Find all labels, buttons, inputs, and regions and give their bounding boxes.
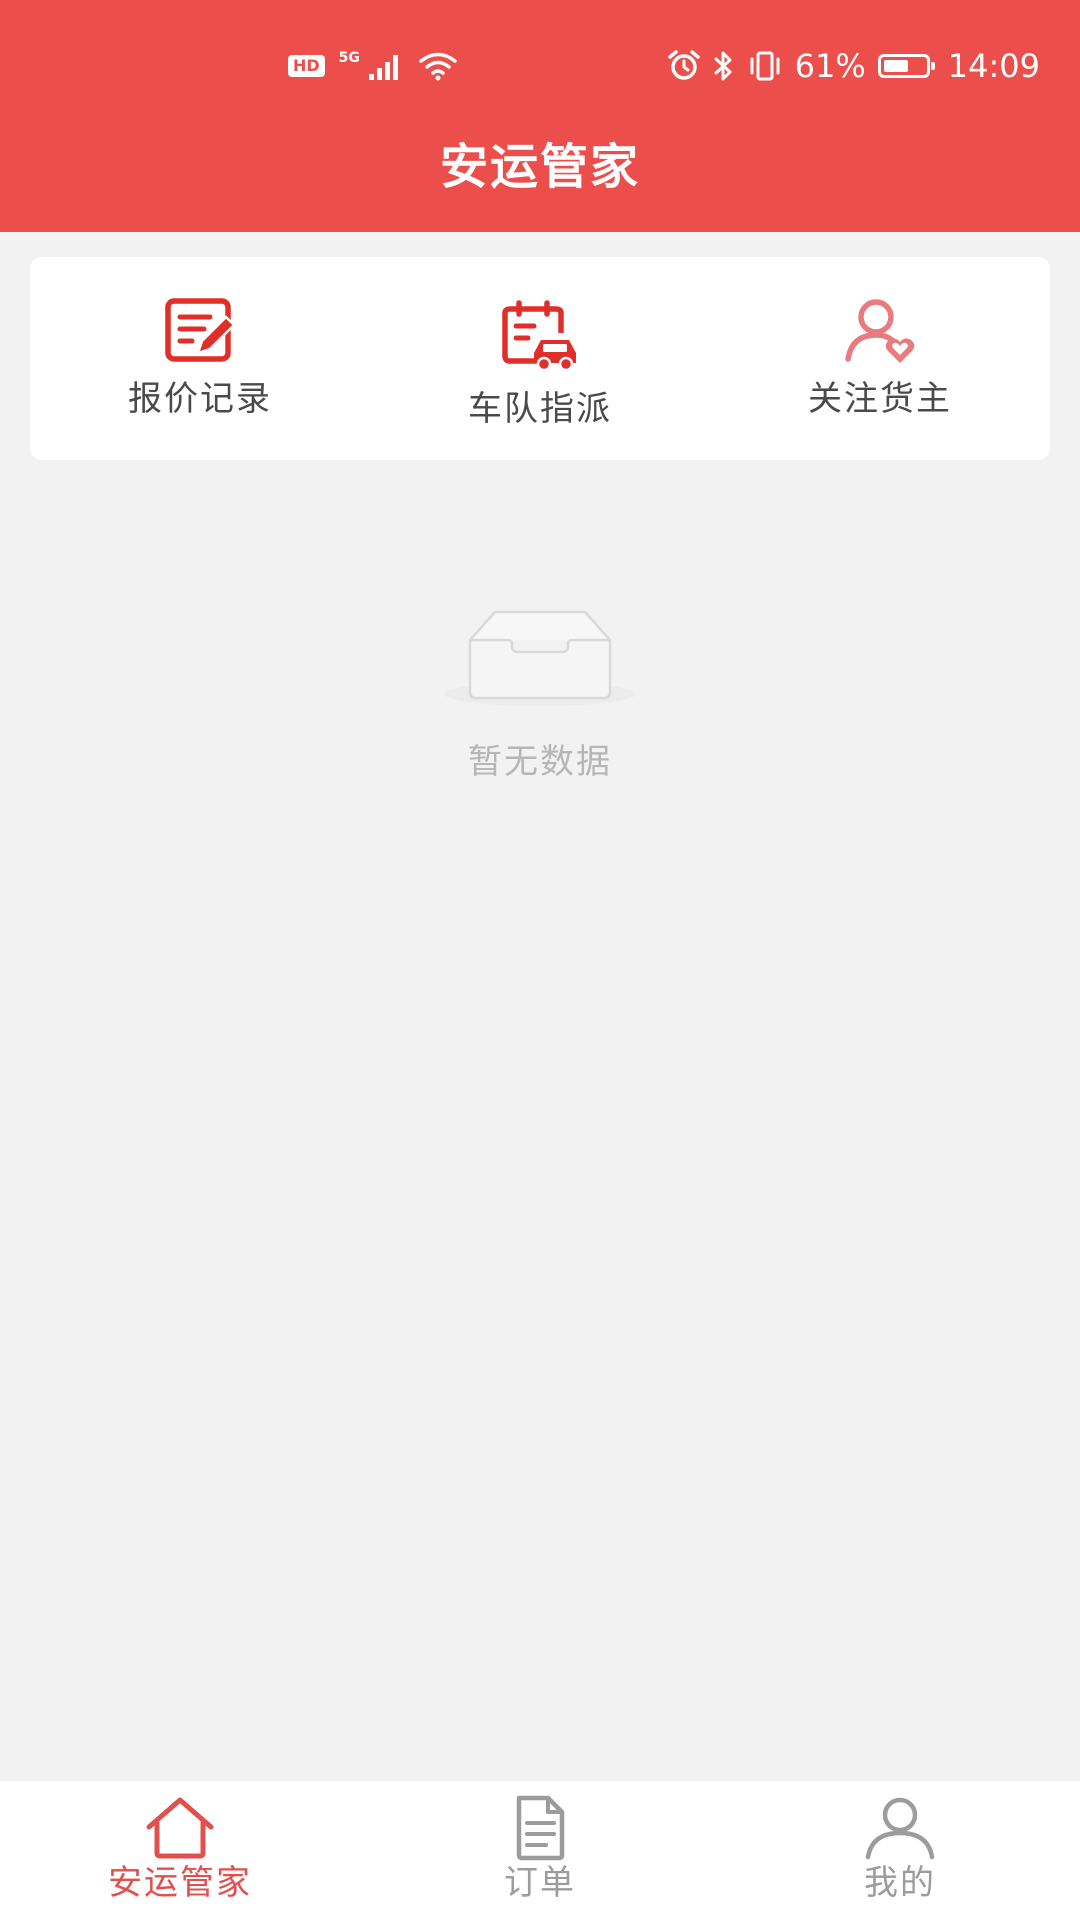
bottom-tab-bar: 安运管家 订单 我的 — [0, 1781, 1080, 1920]
quick-action-label: 关注货主 — [808, 379, 952, 419]
quote-record-icon — [165, 298, 236, 362]
signal-icon — [368, 55, 398, 80]
battery-percent: 61% — [794, 47, 866, 85]
tab-orders[interactable]: 订单 — [360, 1781, 720, 1920]
battery-level — [883, 60, 909, 72]
wifi-icon — [419, 52, 457, 81]
tab-label: 我的 — [864, 1863, 936, 1903]
quick-action-fleet-dispatch[interactable]: 车队指派 — [370, 257, 710, 460]
alarm-icon — [667, 50, 700, 80]
empty-inbox-icon — [444, 610, 636, 706]
page-title: 安运管家 — [439, 139, 640, 195]
quick-actions-card: 报价记录 车队指派 关注货主 — [30, 257, 1050, 460]
quick-action-quote-record[interactable]: 报价记录 — [30, 257, 370, 460]
tab-home[interactable]: 安运管家 — [0, 1781, 360, 1920]
quick-action-label: 报价记录 — [128, 379, 272, 419]
document-icon — [516, 1795, 565, 1861]
tab-label: 订单 — [504, 1863, 576, 1903]
tab-label: 安运管家 — [108, 1863, 252, 1903]
quick-action-follow-shipper[interactable]: 关注货主 — [710, 257, 1050, 460]
vibrate-icon — [750, 51, 780, 81]
fleet-dispatch-icon — [502, 300, 576, 372]
hd-badge: HD — [288, 55, 325, 77]
follow-shipper-icon — [845, 299, 915, 363]
header-bar: HD 5G 61% 14:09 安运管家 — [0, 0, 1080, 232]
battery-icon — [877, 54, 935, 78]
status-bar: HD 5G 61% 14:09 — [0, 0, 1080, 128]
bluetooth-icon — [714, 51, 732, 81]
tab-mine[interactable]: 我的 — [720, 1781, 1080, 1920]
quick-action-label: 车队指派 — [468, 389, 612, 429]
empty-state-text: 暂无数据 — [468, 742, 612, 782]
empty-state: 暂无数据 — [0, 600, 1080, 784]
status-left: HD 5G — [288, 46, 458, 86]
status-right: 61% 14:09 — [667, 44, 1040, 88]
status-time: 14:09 — [947, 47, 1040, 85]
user-icon — [865, 1797, 935, 1860]
home-icon — [146, 1797, 214, 1859]
network-type: 5G — [338, 50, 360, 66]
